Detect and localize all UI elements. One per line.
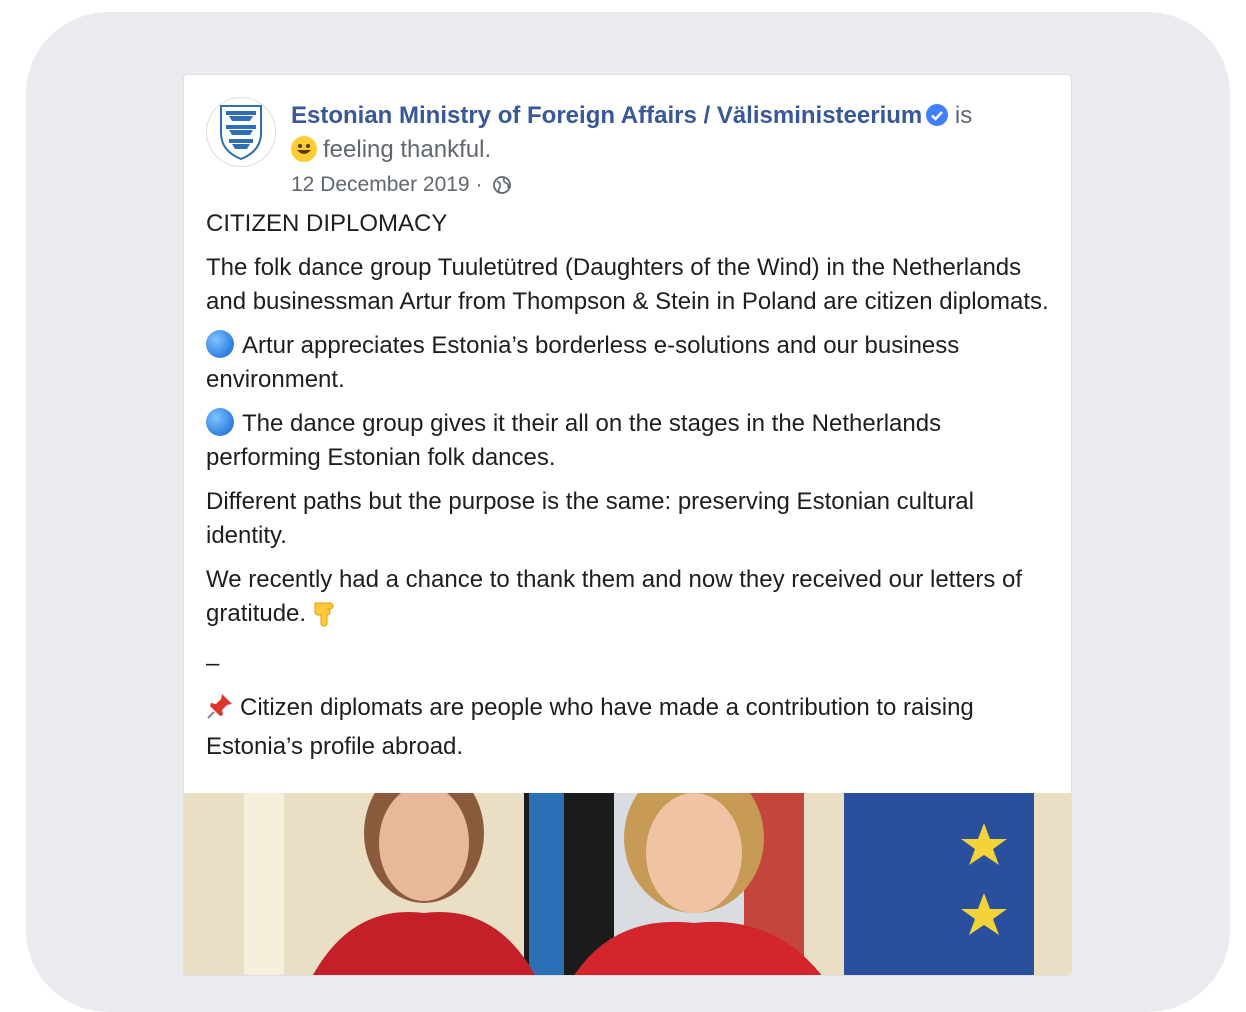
photo-illustration	[184, 793, 1071, 975]
grinning-face-emoji-icon	[291, 136, 317, 162]
pin-note-text: Citizen diplomats are people who have ma…	[206, 694, 974, 760]
paragraph-intro: The folk dance group Tuuletütred (Daught…	[206, 254, 1049, 315]
post-photo[interactable]	[184, 793, 1071, 975]
post-heading: CITIZEN DIPLOMACY	[206, 210, 448, 237]
pushpin-icon	[206, 692, 234, 730]
dash-separator: –	[206, 650, 220, 677]
paragraph-bullet-2: The dance group gives it their all on th…	[206, 407, 1051, 475]
globe-icon[interactable]	[492, 175, 512, 195]
post-body: CITIZEN DIPLOMACY The folk dance group T…	[206, 207, 1051, 774]
paragraph-thanks: We recently had a chance to thank them a…	[206, 563, 1051, 637]
blue-circle-icon	[206, 330, 234, 358]
page-name-link[interactable]: Estonian Ministry of Foreign Affairs / V…	[291, 102, 922, 129]
feeling-text: feeling thankful.	[323, 136, 492, 163]
blue-circle-icon	[206, 408, 234, 436]
post-date-link[interactable]: 12 December 2019	[291, 173, 470, 196]
facebook-post-card: Estonian Ministry of Foreign Affairs / V…	[183, 74, 1072, 976]
post-date-line: 12 December 2019 ·	[291, 173, 1049, 197]
paragraph-purpose: Different paths but the purpose is the s…	[206, 488, 974, 549]
is-text: is	[954, 102, 973, 129]
bullet-1-text: Artur appreciates Estonia’s borderless e…	[206, 332, 960, 393]
pointing-down-hand-icon	[312, 599, 338, 637]
verified-badge-icon	[926, 104, 949, 126]
page-avatar[interactable]	[206, 97, 276, 167]
date-separator: ·	[475, 173, 483, 196]
bullet-2-text: The dance group gives it their all on th…	[206, 410, 942, 471]
paragraph-pin-note: Citizen diplomats are people who have ma…	[206, 691, 1051, 764]
paragraph-bullet-1: Artur appreciates Estonia’s borderless e…	[206, 329, 1051, 397]
post-title-line: Estonian Ministry of Foreign Affairs / V…	[291, 99, 1049, 167]
post-meta: Estonian Ministry of Foreign Affairs / V…	[291, 99, 1049, 197]
coat-of-arms-icon	[220, 105, 262, 161]
